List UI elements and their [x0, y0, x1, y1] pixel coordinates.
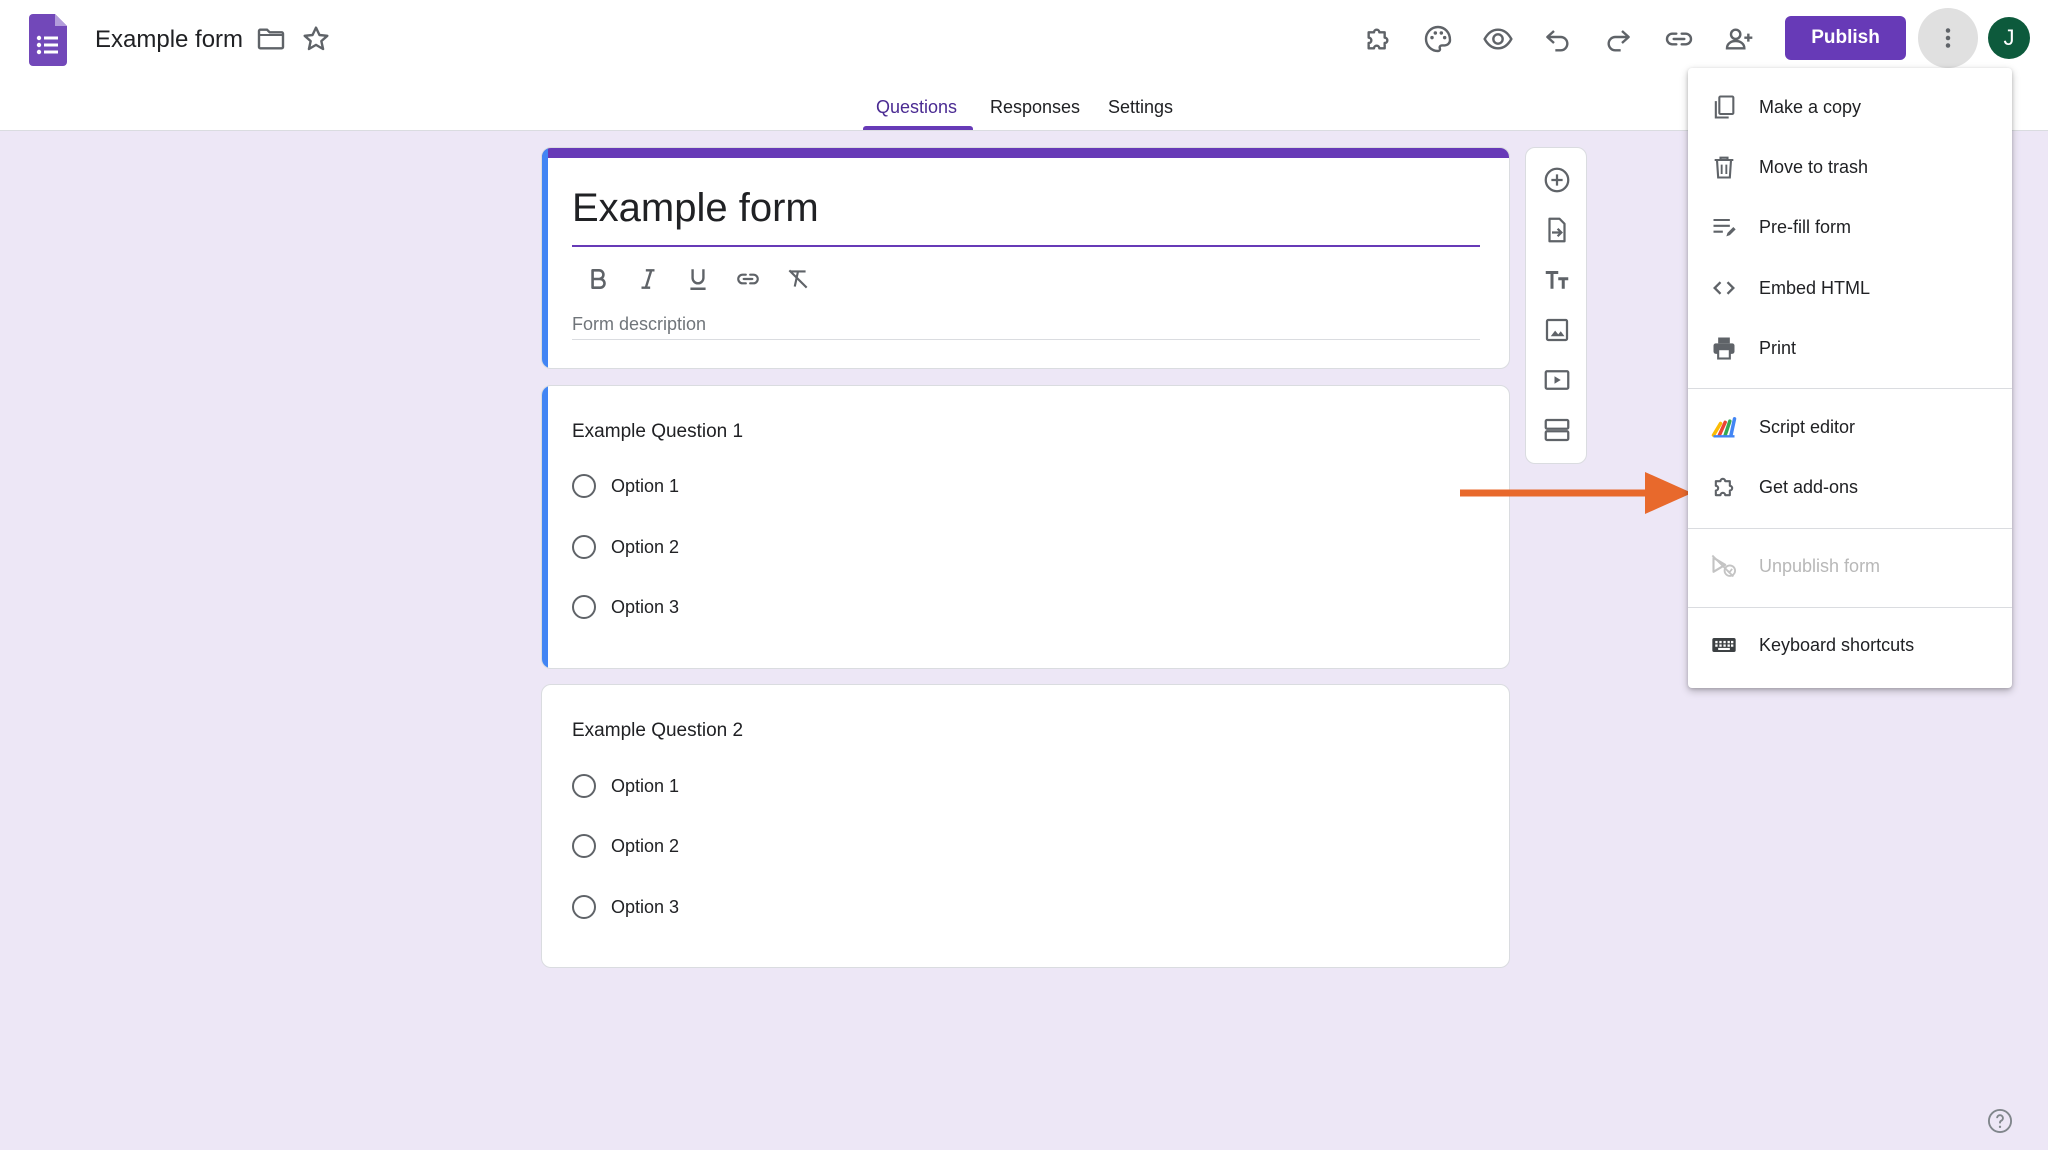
option-label: Option 3 — [611, 596, 680, 617]
card-accent-bar — [542, 148, 1509, 158]
undo-icon[interactable] — [1537, 18, 1579, 60]
publish-button[interactable]: Publish — [1785, 16, 1906, 60]
apps-script-icon — [1710, 413, 1738, 441]
floating-toolbar — [1525, 147, 1587, 464]
trash-icon — [1710, 153, 1738, 181]
title-input-underline — [572, 245, 1480, 247]
addons-icon — [1710, 473, 1738, 501]
redo-icon[interactable] — [1597, 18, 1639, 60]
annotation-arrow — [1460, 472, 1692, 514]
menu-item-label: Print — [1759, 337, 1797, 358]
add-title-icon[interactable] — [1535, 258, 1579, 302]
option-row[interactable]: Option 3 — [572, 893, 679, 921]
add-video-icon[interactable] — [1535, 358, 1579, 402]
prefill-icon — [1710, 213, 1738, 241]
menu-item-get-add-ons[interactable]: Get add-ons — [1688, 460, 2012, 514]
option-row[interactable]: Option 2 — [572, 533, 679, 561]
question-card[interactable]: Example Question 2 Option 1 Option 2 Opt… — [541, 684, 1510, 968]
menu-item-label: Get add-ons — [1759, 476, 1859, 497]
menu-item-make-copy[interactable]: Make a copy — [1688, 80, 2012, 134]
menu-item-label: Script editor — [1759, 416, 1856, 437]
copy-icon — [1710, 93, 1738, 121]
avatar[interactable]: J — [1988, 17, 2030, 59]
menu-item-script-editor[interactable]: Script editor — [1688, 400, 2012, 454]
menu-item-pre-fill-form[interactable]: Pre-fill form — [1688, 200, 2012, 254]
radio-button[interactable] — [572, 474, 596, 498]
more-options-menu: Make a copy Move to trash Pre-fill form … — [1688, 68, 2012, 688]
menu-item-keyboard-shortcuts[interactable]: Keyboard shortcuts — [1688, 618, 2012, 672]
menu-item-print[interactable]: Print — [1688, 321, 2012, 375]
unpublish-icon — [1710, 552, 1738, 580]
help-icon[interactable] — [1986, 1107, 2014, 1135]
add-image-icon[interactable] — [1535, 308, 1579, 352]
radio-button[interactable] — [572, 834, 596, 858]
option-row[interactable]: Option 1 — [572, 772, 679, 800]
tab-questions[interactable]: Questions — [876, 97, 957, 118]
menu-item-embed-html[interactable]: Embed HTML — [1688, 261, 2012, 315]
move-to-folder-icon[interactable] — [250, 18, 292, 60]
option-row[interactable]: Option 3 — [572, 593, 679, 621]
link-icon[interactable] — [727, 258, 769, 300]
italic-icon[interactable] — [627, 258, 669, 300]
code-icon — [1710, 274, 1738, 302]
link-icon[interactable] — [1658, 18, 1700, 60]
menu-divider — [1688, 607, 2012, 608]
question-card[interactable]: Example Question 1 Option 1 Option 2 Opt… — [541, 385, 1510, 669]
tab-settings[interactable]: Settings — [1108, 97, 1173, 118]
menu-divider — [1688, 388, 2012, 389]
form-description-input[interactable]: Form description — [572, 314, 1480, 335]
star-icon[interactable] — [295, 18, 337, 60]
forms-logo-icon[interactable] — [29, 14, 67, 66]
more-vert-icon[interactable] — [1918, 8, 1978, 68]
clear-format-icon[interactable] — [777, 258, 819, 300]
bold-icon[interactable] — [577, 258, 619, 300]
option-row[interactable]: Option 1 — [572, 472, 679, 500]
document-title[interactable]: Example form — [95, 26, 243, 54]
card-focus-indicator — [542, 148, 548, 368]
option-label: Option 1 — [611, 775, 680, 796]
menu-item-move-to-trash[interactable]: Move to trash — [1688, 140, 2012, 194]
tab-responses[interactable]: Responses — [990, 97, 1080, 118]
addons-icon[interactable] — [1357, 18, 1399, 60]
menu-item-unpublish-form: Unpublish form — [1688, 539, 2012, 593]
radio-button[interactable] — [572, 895, 596, 919]
add-question-icon[interactable] — [1535, 158, 1579, 202]
radio-button[interactable] — [572, 595, 596, 619]
card-focus-indicator — [542, 386, 548, 668]
menu-item-label: Unpublish form — [1759, 555, 1881, 576]
add-section-icon[interactable] — [1535, 408, 1579, 452]
keyboard-icon — [1710, 631, 1738, 659]
menu-item-label: Pre-fill form — [1759, 216, 1852, 237]
option-label: Option 3 — [611, 896, 680, 917]
menu-divider — [1688, 528, 2012, 529]
menu-item-label: Make a copy — [1759, 96, 1862, 117]
preview-icon[interactable] — [1477, 18, 1519, 60]
option-label: Option 2 — [611, 835, 680, 856]
palette-icon[interactable] — [1417, 18, 1459, 60]
option-label: Option 2 — [611, 536, 680, 557]
active-tab-indicator — [863, 126, 973, 130]
menu-item-label: Keyboard shortcuts — [1759, 634, 1915, 655]
print-icon — [1710, 334, 1738, 362]
radio-button[interactable] — [572, 774, 596, 798]
option-label: Option 1 — [611, 475, 680, 496]
form-title-input[interactable]: Example form — [572, 186, 819, 231]
description-underline — [572, 339, 1480, 340]
add-collaborator-icon[interactable] — [1718, 18, 1760, 60]
form-header-card[interactable]: Example form Form description — [541, 147, 1510, 369]
import-questions-icon[interactable] — [1535, 208, 1579, 252]
menu-item-label: Embed HTML — [1759, 277, 1871, 298]
radio-button[interactable] — [572, 535, 596, 559]
question-title[interactable]: Example Question 1 — [572, 421, 743, 443]
option-row[interactable]: Option 2 — [572, 832, 679, 860]
menu-item-label: Move to trash — [1759, 156, 1869, 177]
question-title[interactable]: Example Question 2 — [572, 720, 743, 742]
underline-icon[interactable] — [677, 258, 719, 300]
